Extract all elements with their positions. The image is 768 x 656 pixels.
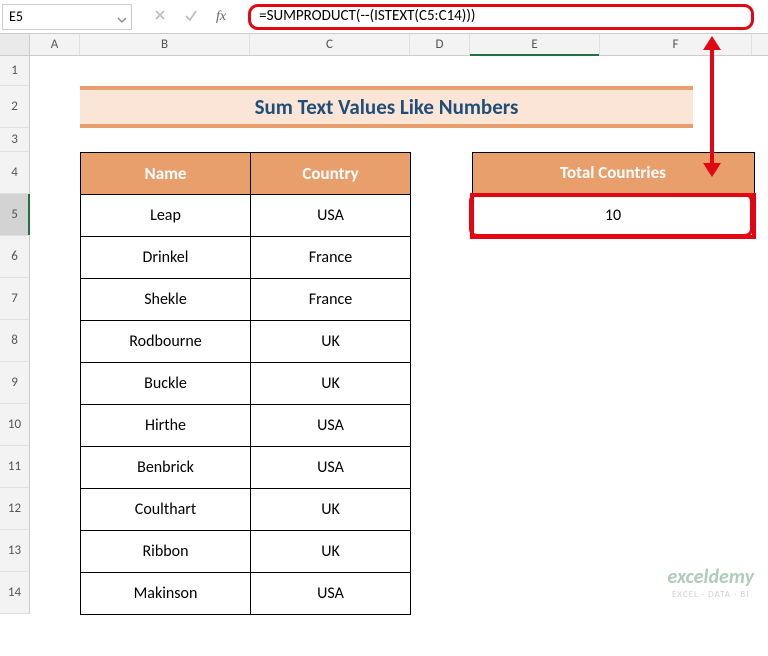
table-row: RibbonUK: [81, 531, 411, 573]
row-header[interactable]: 1: [0, 56, 30, 86]
col-header-e[interactable]: E: [470, 34, 600, 55]
cell-name[interactable]: Ribbon: [81, 531, 251, 573]
row-header[interactable]: 12: [0, 488, 30, 530]
cell-country[interactable]: USA: [251, 573, 411, 615]
data-table: Name Country LeapUSA DrinkelFrance Shekl…: [80, 152, 411, 615]
cancel-icon[interactable]: [154, 7, 166, 26]
cell-name[interactable]: Coulthart: [81, 489, 251, 531]
cell-country[interactable]: USA: [251, 405, 411, 447]
cell-name[interactable]: Hirthe: [81, 405, 251, 447]
result-cell[interactable]: 10: [472, 195, 754, 237]
arrow-down-icon: [703, 163, 721, 177]
cell-name[interactable]: Shekle: [81, 279, 251, 321]
arrow-line: [710, 50, 714, 163]
row-header[interactable]: 2: [0, 86, 30, 128]
col-header-b[interactable]: B: [80, 34, 250, 55]
cell-country[interactable]: France: [251, 279, 411, 321]
cell-name[interactable]: Benbrick: [81, 447, 251, 489]
cell-name[interactable]: Makinson: [81, 573, 251, 615]
arrow-up-icon: [703, 36, 721, 50]
row-header[interactable]: 6: [0, 236, 30, 278]
row-header[interactable]: 5: [0, 194, 30, 236]
row-header[interactable]: 10: [0, 404, 30, 446]
table-row: MakinsonUSA: [81, 573, 411, 615]
cell-country[interactable]: France: [251, 237, 411, 279]
cell-name[interactable]: Leap: [81, 195, 251, 237]
cell-country[interactable]: USA: [251, 195, 411, 237]
cell-country[interactable]: UK: [251, 489, 411, 531]
table-row: ShekleFrance: [81, 279, 411, 321]
row-header[interactable]: 9: [0, 362, 30, 404]
col-header-a[interactable]: A: [30, 34, 80, 55]
cell-name[interactable]: Drinkel: [81, 237, 251, 279]
cell-name[interactable]: Rodbourne: [81, 321, 251, 363]
watermark-logo: exceldemy: [668, 565, 754, 589]
col-header-c[interactable]: C: [250, 34, 410, 55]
select-all-corner[interactable]: [0, 34, 30, 55]
table-row: BuckleUK: [81, 363, 411, 405]
formula-bar-icons: fx: [132, 7, 248, 26]
worksheet[interactable]: Sum Text Values Like Numbers Name Countr…: [30, 56, 768, 614]
enter-icon[interactable]: [184, 7, 198, 26]
cell-country[interactable]: UK: [251, 363, 411, 405]
table-row: LeapUSA: [81, 195, 411, 237]
row-headers: 1 2 3 4 5 6 7 8 9 10 11 12 13 14: [0, 56, 30, 614]
table-row: BenbrickUSA: [81, 447, 411, 489]
table-row: RodbourneUK: [81, 321, 411, 363]
title-band: Sum Text Values Like Numbers: [80, 86, 693, 128]
page-title: Sum Text Values Like Numbers: [255, 94, 519, 120]
row-header[interactable]: 13: [0, 530, 30, 572]
cell-country[interactable]: USA: [251, 447, 411, 489]
cell-country[interactable]: UK: [251, 531, 411, 573]
row-header[interactable]: 8: [0, 320, 30, 362]
chevron-down-icon[interactable]: [117, 12, 127, 29]
row-header[interactable]: 4: [0, 152, 30, 194]
cell-country[interactable]: UK: [251, 321, 411, 363]
header-name: Name: [81, 153, 251, 195]
header-country: Country: [251, 153, 411, 195]
table-row: DrinkelFrance: [81, 237, 411, 279]
formula-bar: E5 fx =SUMPRODUCT(--(ISTEXT(C5:C14))): [0, 0, 768, 34]
table-row: HirtheUSA: [81, 405, 411, 447]
table-row: CoulthartUK: [81, 489, 411, 531]
col-header-f[interactable]: F: [600, 34, 752, 55]
annotation-arrow: [712, 36, 721, 177]
row-header[interactable]: 11: [0, 446, 30, 488]
col-header-d[interactable]: D: [410, 34, 470, 55]
formula-input[interactable]: =SUMPRODUCT(--(ISTEXT(C5:C14))): [248, 4, 754, 30]
cell-name[interactable]: Buckle: [81, 363, 251, 405]
column-headers: A B C D E F: [0, 34, 768, 56]
formula-text: =SUMPRODUCT(--(ISTEXT(C5:C14))): [259, 7, 475, 25]
watermark-sub: EXCEL · DATA · BI: [668, 589, 754, 600]
row-header[interactable]: 7: [0, 278, 30, 320]
fx-icon[interactable]: fx: [216, 9, 226, 25]
name-box[interactable]: E5: [2, 4, 132, 30]
name-box-value: E5: [9, 8, 23, 25]
row-header[interactable]: 3: [0, 128, 30, 152]
row-header[interactable]: 14: [0, 572, 30, 614]
watermark: exceldemy EXCEL · DATA · BI: [668, 565, 754, 600]
